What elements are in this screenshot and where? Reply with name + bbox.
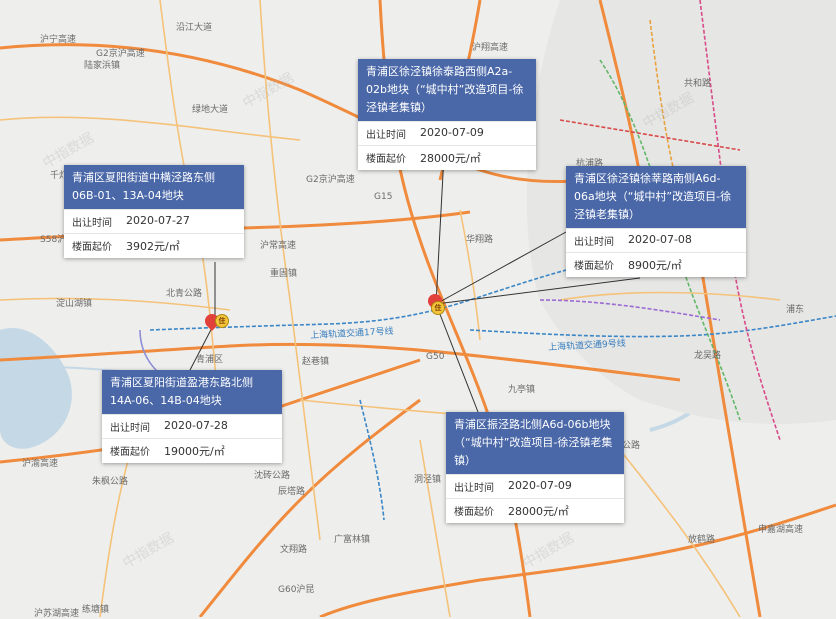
row-value: 28000元/㎡ — [508, 505, 569, 518]
card-row: 楼面起价 28000元/㎡ — [446, 498, 624, 523]
card-row: 出让时间 2020-07-09 — [446, 474, 624, 498]
place-label: 放鹤路 — [688, 535, 716, 545]
place-label: 沿江大道 — [176, 23, 213, 33]
row-value: 2020-07-27 — [126, 214, 190, 227]
land-info-card-a6d06a[interactable]: 青浦区徐泾镇徐莘路南侧A6d-06a地块（“城中村”改造项目-徐泾镇老集镇） 出… — [566, 166, 746, 277]
place-label: 龙吴路 — [694, 351, 722, 361]
row-label: 楼面起价 — [110, 447, 150, 458]
place-label: 北青公路 — [166, 289, 203, 299]
place-label: 沪常高速 — [260, 241, 297, 251]
marker-badge-icon[interactable]: 住 — [431, 301, 445, 315]
land-info-card-a6d06b[interactable]: 青浦区振泾路北侧A6d-06b地块（“城中村”改造项目-徐泾镇老集镇） 出让时间… — [446, 412, 624, 523]
place-label: 陆家浜镇 — [84, 61, 121, 71]
card-row: 出让时间 2020-07-28 — [102, 414, 282, 438]
row-label: 楼面起价 — [574, 261, 614, 272]
place-label: 青浦区 — [196, 355, 224, 365]
place-label: 沪渝高速 — [22, 459, 59, 469]
place-label: G15 — [374, 192, 393, 202]
card-row: 楼面起价 28000元/㎡ — [358, 145, 536, 170]
land-info-card-a2a[interactable]: 青浦区徐泾镇徐泰路西侧A2a-02b地块（“城中村”改造项目-徐泾镇老集镇） 出… — [358, 59, 536, 170]
place-label: 广富林镇 — [334, 535, 371, 545]
card-row: 楼面起价 19000元/㎡ — [102, 438, 282, 463]
card-row: 楼面起价 3902元/㎡ — [64, 233, 244, 258]
row-label: 出让时间 — [110, 423, 150, 434]
row-value: 2020-07-09 — [508, 479, 572, 492]
place-label: 辰塔路 — [278, 487, 306, 497]
row-value: 3902元/㎡ — [126, 240, 180, 253]
place-label: 九亭镇 — [508, 385, 536, 395]
row-value: 28000元/㎡ — [420, 152, 481, 165]
card-title: 青浦区徐泾镇徐泰路西侧A2a-02b地块（“城中村”改造项目-徐泾镇老集镇） — [358, 59, 536, 121]
place-label: 沪翔高速 — [472, 43, 509, 53]
card-row: 出让时间 2020-07-27 — [64, 209, 244, 233]
land-info-card-xiayang14a[interactable]: 青浦区夏阳街道盈港东路北侧14A-06、14B-04地块 出让时间 2020-07… — [102, 370, 282, 463]
place-label: 华翔路 — [466, 235, 494, 245]
card-row: 出让时间 2020-07-08 — [566, 228, 746, 252]
place-label: G60沪昆 — [278, 585, 315, 595]
card-title: 青浦区振泾路北侧A6d-06b地块（“城中村”改造项目-徐泾镇老集镇） — [446, 412, 624, 474]
card-row: 楼面起价 8900元/㎡ — [566, 252, 746, 277]
row-value: 19000元/㎡ — [164, 445, 225, 458]
place-label: 浦东 — [786, 305, 805, 315]
row-value: 2020-07-09 — [420, 126, 484, 139]
place-label: G50 — [426, 352, 445, 362]
row-label: 楼面起价 — [72, 242, 112, 253]
row-label: 出让时间 — [454, 483, 494, 494]
place-label: 沪宁高速 — [40, 35, 77, 45]
row-value: 2020-07-08 — [628, 233, 692, 246]
row-label: 楼面起价 — [454, 507, 494, 518]
place-label: 赵巷镇 — [302, 357, 330, 367]
row-label: 楼面起价 — [366, 154, 406, 165]
card-title: 青浦区夏阳街道中横泾路东侧06B-01、13A-04地块 — [64, 165, 244, 209]
place-label: 文翔路 — [280, 545, 308, 555]
place-label: 练塘镇 — [82, 605, 110, 615]
card-title: 青浦区徐泾镇徐莘路南侧A6d-06a地块（“城中村”改造项目-徐泾镇老集镇） — [566, 166, 746, 228]
row-label: 出让时间 — [72, 218, 112, 229]
row-label: 出让时间 — [366, 130, 406, 141]
row-label: 出让时间 — [574, 237, 614, 248]
marker-badge-icon[interactable]: 住 — [215, 314, 229, 328]
place-label: 共和路 — [684, 79, 712, 89]
card-row: 出让时间 2020-07-09 — [358, 121, 536, 145]
place-label: 沈砖公路 — [254, 471, 291, 481]
place-label: 淀山湖镇 — [56, 299, 93, 309]
land-info-card-xiayang06b[interactable]: 青浦区夏阳街道中横泾路东侧06B-01、13A-04地块 出让时间 2020-07… — [64, 165, 244, 258]
place-label: 重固镇 — [270, 269, 298, 279]
place-label: 申嘉湖高速 — [758, 525, 804, 535]
place-label: 洞泾镇 — [414, 475, 442, 485]
row-value: 8900元/㎡ — [628, 259, 682, 272]
card-title: 青浦区夏阳街道盈港东路北侧14A-06、14B-04地块 — [102, 370, 282, 414]
place-label: G2京沪高速 — [306, 175, 355, 185]
place-label: 绿地大道 — [192, 105, 229, 115]
row-value: 2020-07-28 — [164, 419, 228, 432]
place-label: 朱枫公路 — [92, 477, 129, 487]
place-label: 沪苏湖高速 — [34, 609, 80, 619]
